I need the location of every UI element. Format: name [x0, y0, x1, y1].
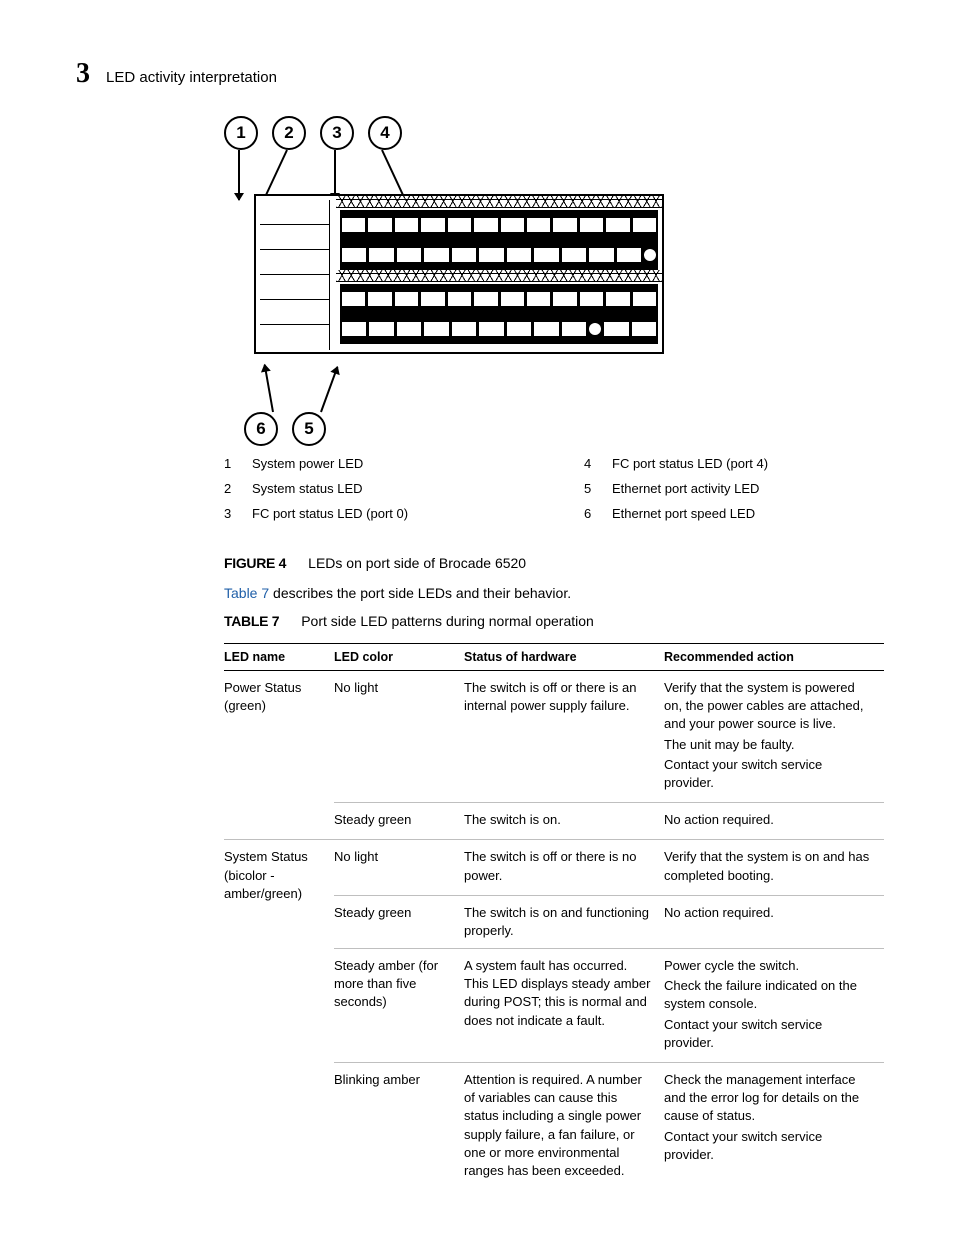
- cell-hardware-status: A system fault has occurred. This LED di…: [464, 949, 664, 1063]
- page-header: 3 LED activity interpretation: [76, 58, 894, 90]
- legend-item: 5 Ethernet port activity LED: [584, 481, 884, 496]
- legend-num: 3: [224, 506, 236, 521]
- th-name: LED name: [224, 644, 334, 671]
- cell-led-color: Steady green: [334, 803, 464, 840]
- callout-3: 3: [320, 116, 354, 150]
- cell-recommended-action: Verify that the system is powered on, th…: [664, 671, 884, 803]
- legend: 1 System power LED 2 System status LED 3 FC…: [224, 456, 884, 531]
- legend-left: 1 System power LED 2 System status LED 3 FC…: [224, 456, 524, 531]
- figure-caption-text: LEDs on port side of Brocade 6520: [308, 555, 526, 571]
- rec-line: No action required.: [664, 904, 874, 922]
- arrow-1: [238, 150, 240, 200]
- cell-led-name: Power Status (green): [224, 671, 334, 840]
- cell-recommended-action: No action required.: [664, 803, 884, 840]
- rec-line: No action required.: [664, 811, 874, 829]
- device-illustration: [254, 194, 664, 354]
- callout-4: 4: [368, 116, 402, 150]
- legend-item: 6 Ethernet port speed LED: [584, 506, 884, 521]
- legend-item: 2 System status LED: [224, 481, 524, 496]
- legend-num: 6: [584, 506, 596, 521]
- rec-line: Contact your switch service provider.: [664, 1016, 874, 1052]
- rec-line: Check the failure indicated on the syste…: [664, 977, 874, 1013]
- table-caption: TABLE 7 Port side LED patterns during nor…: [224, 613, 884, 629]
- cell-hardware-status: The switch is off or there is an interna…: [464, 671, 664, 803]
- legend-text: System status LED: [252, 481, 363, 496]
- table-row: Power Status (green)No lightThe switch i…: [224, 671, 884, 803]
- rec-line: Power cycle the switch.: [664, 957, 874, 975]
- cell-recommended-action: No action required.: [664, 895, 884, 948]
- legend-text: Ethernet port activity LED: [612, 481, 759, 496]
- led-table: LED name LED color Status of hardware Re…: [224, 643, 884, 1188]
- figure-caption: FIGURE 4 LEDs on port side of Brocade 652…: [224, 555, 884, 571]
- arrow-3: [334, 150, 336, 200]
- content-area: 1 2 3 4: [224, 116, 884, 1188]
- cell-recommended-action: Check the management interface and the e…: [664, 1063, 884, 1189]
- callouts-top: 1 2 3 4: [224, 116, 402, 150]
- rec-line: Check the management interface and the e…: [664, 1071, 874, 1126]
- cell-hardware-status: The switch is off or there is no power.: [464, 840, 664, 895]
- cell-recommended-action: Power cycle the switch. Check the failure…: [664, 949, 884, 1063]
- cell-led-name: System Status (bicolor - amber/green): [224, 840, 334, 1188]
- callout-2: 2: [272, 116, 306, 150]
- legend-item: 3 FC port status LED (port 0): [224, 506, 524, 521]
- rec-line: Verify that the system is on and has com…: [664, 848, 874, 884]
- legend-item: 1 System power LED: [224, 456, 524, 471]
- cell-hardware-status: The switch is on and functioning properl…: [464, 895, 664, 948]
- legend-item: 4 FC port status LED (port 4): [584, 456, 884, 471]
- cell-led-color: Steady green: [334, 895, 464, 948]
- th-color: LED color: [334, 644, 464, 671]
- figure-label: FIGURE 4: [224, 555, 286, 571]
- table-caption-text: Port side LED patterns during normal ope…: [301, 613, 594, 629]
- section-title: LED activity interpretation: [106, 69, 277, 86]
- legend-right: 4 FC port status LED (port 4) 5 Ethernet p…: [584, 456, 884, 531]
- rec-line: Contact your switch service provider.: [664, 756, 874, 792]
- cell-led-color: Steady amber (for more than five seconds…: [334, 949, 464, 1063]
- callouts-bottom: 6 5: [244, 412, 326, 446]
- rec-line: Verify that the system is powered on, th…: [664, 679, 874, 734]
- page: 3 LED activity interpretation 1 2 3 4: [0, 0, 954, 1235]
- cell-hardware-status: Attention is required. A number of varia…: [464, 1063, 664, 1189]
- callout-6: 6: [244, 412, 278, 446]
- legend-num: 1: [224, 456, 236, 471]
- intro-paragraph: Table 7 describes the port side LEDs and…: [224, 585, 884, 601]
- legend-num: 2: [224, 481, 236, 496]
- legend-text: FC port status LED (port 0): [252, 506, 408, 521]
- cell-led-color: No light: [334, 671, 464, 803]
- chapter-number: 3: [76, 58, 90, 90]
- cell-led-color: No light: [334, 840, 464, 895]
- legend-num: 5: [584, 481, 596, 496]
- th-rec: Recommended action: [664, 644, 884, 671]
- th-hw: Status of hardware: [464, 644, 664, 671]
- arrow-6: [264, 365, 274, 413]
- cell-led-color: Blinking amber: [334, 1063, 464, 1189]
- intro-rest: describes the port side LEDs and their b…: [269, 585, 571, 601]
- callout-1: 1: [224, 116, 258, 150]
- rec-line: The unit may be faulty.: [664, 736, 874, 754]
- diagram: 1 2 3 4: [224, 116, 884, 446]
- legend-text: Ethernet port speed LED: [612, 506, 755, 521]
- table-label: TABLE 7: [224, 613, 279, 629]
- table-row: System Status (bicolor - amber/green)No …: [224, 840, 884, 895]
- legend-num: 4: [584, 456, 596, 471]
- legend-text: System power LED: [252, 456, 363, 471]
- cell-hardware-status: The switch is on.: [464, 803, 664, 840]
- callout-5: 5: [292, 412, 326, 446]
- arrow-5: [320, 367, 338, 413]
- cell-recommended-action: Verify that the system is on and has com…: [664, 840, 884, 895]
- legend-text: FC port status LED (port 4): [612, 456, 768, 471]
- rec-line: Contact your switch service provider.: [664, 1128, 874, 1164]
- table-link[interactable]: Table 7: [224, 585, 269, 601]
